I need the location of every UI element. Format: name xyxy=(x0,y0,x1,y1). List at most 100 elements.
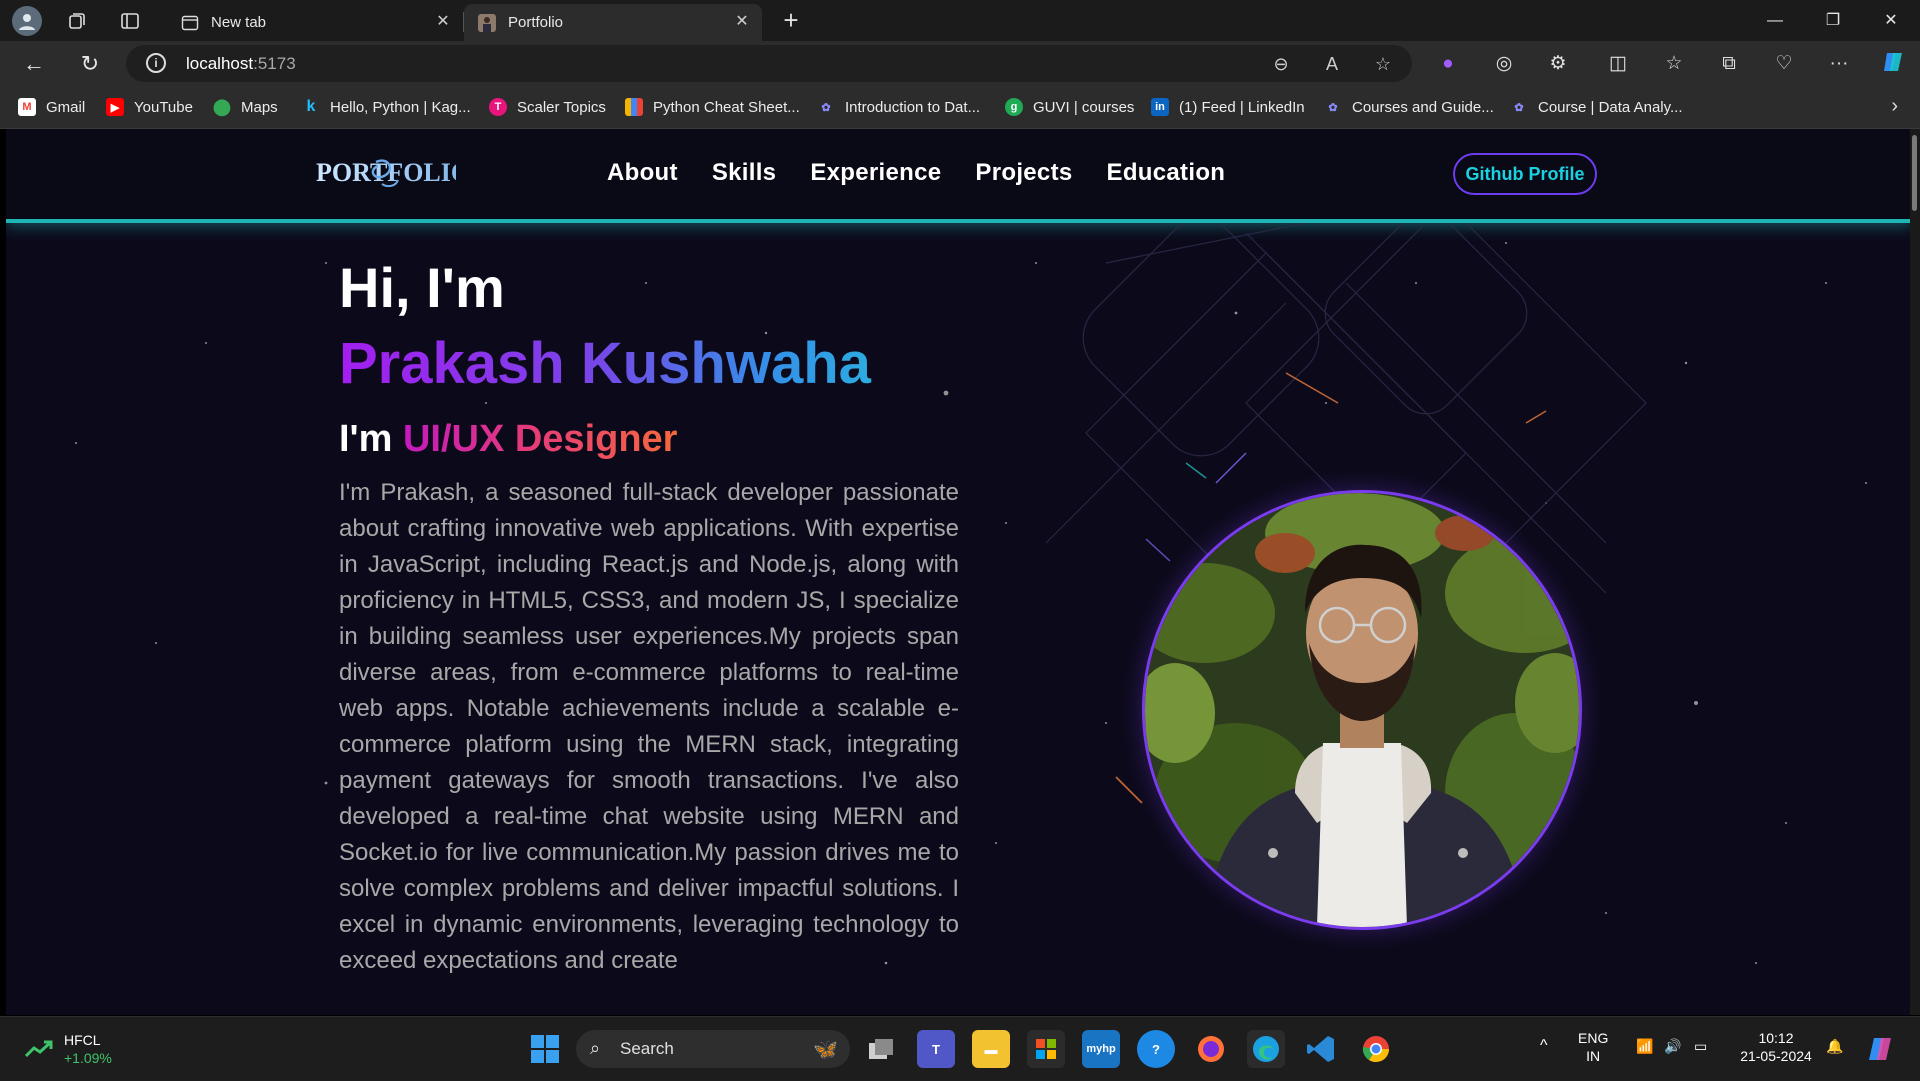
chrome-icon[interactable] xyxy=(1357,1030,1395,1068)
workspaces-icon[interactable] xyxy=(62,6,92,36)
clock-date: 21-05-2024 xyxy=(1740,1048,1812,1064)
github-profile-button[interactable]: Github Profile xyxy=(1453,153,1597,195)
bookmark-maps[interactable]: ⬤ Maps xyxy=(213,95,278,119)
tracking-prevention-icon[interactable]: ◎ xyxy=(1488,49,1520,79)
wifi-icon[interactable]: 📶 xyxy=(1636,1037,1653,1055)
menu-about[interactable]: About xyxy=(607,159,678,187)
vscode-icon[interactable] xyxy=(1302,1030,1340,1068)
stock-symbol: HFCL xyxy=(64,1032,101,1048)
page-scrollbar[interactable] xyxy=(1910,129,1920,1015)
youtube-icon: ▶ xyxy=(106,98,124,116)
bookmark-introduction-to-data[interactable]: ✿ Introduction to Dat... xyxy=(817,95,980,119)
file-explorer-icon[interactable]: ▬ xyxy=(972,1030,1010,1068)
tab-portfolio[interactable]: Portfolio ✕ xyxy=(464,4,762,41)
edge-icon[interactable] xyxy=(1247,1030,1285,1068)
search-label: Search xyxy=(620,1039,674,1058)
taskbar-search[interactable]: ⌕ Search 🦋 xyxy=(576,1030,850,1068)
browser-title-bar: New tab ✕ Portfolio ✕ + — ❐ ✕ xyxy=(0,0,1920,41)
help-icon[interactable]: ? xyxy=(1137,1030,1175,1068)
copilot-icon[interactable] xyxy=(1878,49,1910,79)
windows-taskbar: HFCL +1.09% ⌕ Search 🦋 T ▬ myhp ? ^ ENG I… xyxy=(0,1016,1920,1081)
browser-toolbar: ← ↻ i localhost:5173 ⊖ A ☆ ● ◎ ⚙ ◫ ☆ ⧉ ♡… xyxy=(0,41,1920,86)
menu-experience[interactable]: Experience xyxy=(810,159,941,187)
copilot-drop-icon[interactable]: ● xyxy=(1432,49,1464,79)
url-host: localhost xyxy=(186,54,254,73)
maps-icon: ⬤ xyxy=(213,99,231,116)
close-tab-icon[interactable]: ✕ xyxy=(433,12,453,32)
bookmark-youtube[interactable]: ▶ YouTube xyxy=(106,95,193,119)
teams-icon[interactable]: T xyxy=(917,1030,955,1068)
bookmark-label: Hello, Python | Kag... xyxy=(330,98,471,116)
read-aloud-icon[interactable]: A xyxy=(1319,52,1345,76)
bookmark-courses-and-guides[interactable]: ✿ Courses and Guide... xyxy=(1324,95,1494,119)
back-arrow-icon[interactable]: ← xyxy=(18,49,50,79)
tab-title: New tab xyxy=(211,14,267,31)
bookmark-gmail[interactable]: M Gmail xyxy=(18,95,85,119)
close-window-icon[interactable]: ✕ xyxy=(1862,0,1920,41)
bookmark-kaggle[interactable]: k Hello, Python | Kag... xyxy=(302,95,471,119)
collections-icon[interactable]: ⧉ xyxy=(1713,49,1745,79)
hero-text-block: Hi, I'm Prakash Kushwaha I'm UI/UX Desig… xyxy=(339,253,959,979)
hero-bio: I'm Prakash, a seasoned full-stack devel… xyxy=(339,479,959,974)
portfolio-logo[interactable]: PORTFOLIO xyxy=(316,154,471,194)
bookmark-label: Python Cheat Sheet... xyxy=(653,98,800,116)
url-text[interactable]: localhost:5173 xyxy=(186,54,296,74)
clock[interactable]: 10:12 21-05-2024 xyxy=(1736,1029,1816,1065)
bookmark-label: Courses and Guide... xyxy=(1352,98,1494,116)
close-tab-icon[interactable]: ✕ xyxy=(732,12,752,32)
windows-start-icon[interactable] xyxy=(526,1030,564,1068)
new-tab-button[interactable]: + xyxy=(776,6,806,36)
bookmark-label: GUVI | courses xyxy=(1033,98,1135,116)
hero-role-line: I'm UI/UX Designer xyxy=(339,413,959,465)
trend-up-icon xyxy=(24,1040,53,1058)
course-icon: ✿ xyxy=(821,101,831,114)
chevron-right-icon[interactable]: › xyxy=(1891,95,1898,118)
scaler-icon: T xyxy=(489,98,507,116)
bookmark-label: Maps xyxy=(241,98,278,116)
profile-photo-illustration xyxy=(1145,493,1579,927)
bookmark-linkedin[interactable]: in (1) Feed | LinkedIn xyxy=(1151,95,1305,119)
bookmark-label: Course | Data Analy... xyxy=(1538,98,1683,116)
bookmark-course-data-analytics[interactable]: ✿ Course | Data Analy... xyxy=(1510,95,1683,119)
stock-widget[interactable]: HFCL +1.09% xyxy=(24,1031,112,1067)
bookmark-scaler[interactable]: T Scaler Topics xyxy=(489,95,606,119)
refresh-icon[interactable]: ↻ xyxy=(74,49,106,79)
extensions-icon[interactable]: ⚙ xyxy=(1542,49,1574,79)
language-indicator[interactable]: ENG IN xyxy=(1578,1029,1608,1065)
bookmark-python-cheat-sheet[interactable]: Python Cheat Sheet... xyxy=(625,95,800,119)
clock-time: 10:12 xyxy=(1758,1030,1794,1046)
menu-projects[interactable]: Projects xyxy=(975,159,1072,187)
menu-education[interactable]: Education xyxy=(1107,159,1226,187)
portfolio-favicon-icon xyxy=(478,13,496,32)
split-screen-icon[interactable]: ◫ xyxy=(1602,49,1634,79)
zoom-out-icon[interactable]: ⊖ xyxy=(1268,52,1294,76)
volume-icon[interactable]: 🔊 xyxy=(1664,1037,1681,1055)
tab-new-tab[interactable]: New tab ✕ xyxy=(167,4,463,41)
battery-icon[interactable]: ▭ xyxy=(1694,1037,1707,1055)
stock-change: +1.09% xyxy=(64,1050,112,1066)
new-tab-page-icon xyxy=(181,14,199,32)
favorites-icon[interactable]: ☆ xyxy=(1658,49,1690,79)
profile-photo xyxy=(1142,490,1582,930)
restore-icon[interactable]: ❐ xyxy=(1804,0,1862,41)
bookmark-guvi[interactable]: g GUVI | courses xyxy=(1005,95,1134,119)
address-bar[interactable]: i localhost:5173 ⊖ A ☆ xyxy=(126,45,1412,82)
scrollbar-thumb[interactable] xyxy=(1912,135,1917,211)
firefox-icon[interactable] xyxy=(1192,1030,1230,1068)
copilot-taskbar-icon[interactable] xyxy=(1862,1030,1900,1068)
more-options-icon[interactable]: ··· xyxy=(1823,49,1855,79)
microsoft-store-icon[interactable] xyxy=(1027,1030,1065,1068)
myhp-icon[interactable]: myhp xyxy=(1082,1030,1120,1068)
favorite-star-icon[interactable]: ☆ xyxy=(1370,52,1396,76)
browser-essentials-icon[interactable]: ♡ xyxy=(1768,49,1800,79)
vertical-tabs-icon[interactable] xyxy=(115,6,145,36)
profile-avatar-icon[interactable] xyxy=(12,6,42,36)
show-hidden-icons-icon[interactable]: ^ xyxy=(1540,1037,1548,1055)
task-view-icon[interactable] xyxy=(862,1030,900,1068)
course-icon: ✿ xyxy=(1514,101,1524,114)
site-info-icon[interactable]: i xyxy=(146,53,166,73)
menu-skills[interactable]: Skills xyxy=(712,159,777,187)
notifications-bell-icon[interactable]: 🔔 xyxy=(1826,1037,1843,1055)
bookmark-label: Scaler Topics xyxy=(517,98,606,116)
minimize-icon[interactable]: — xyxy=(1746,0,1804,41)
